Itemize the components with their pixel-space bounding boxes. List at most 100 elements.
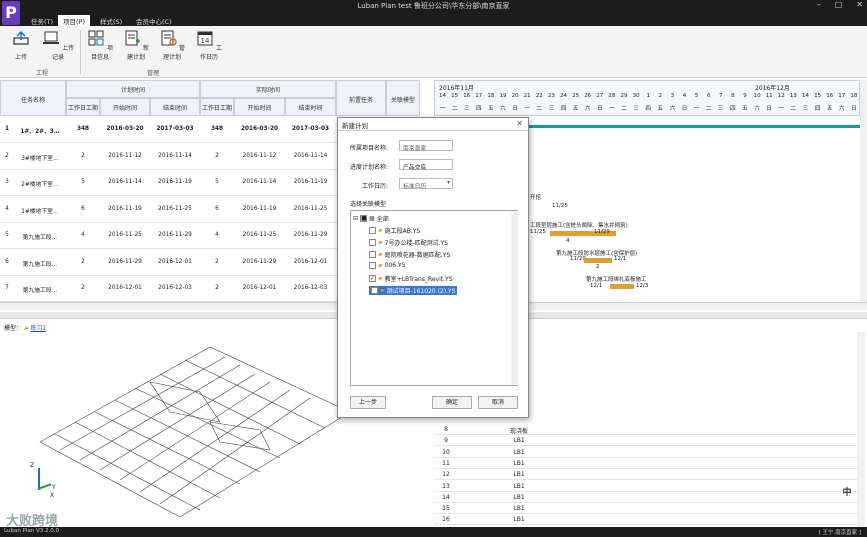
tree-item[interactable]: ✓ ▰ 测试项目-161020 (2).YS — [369, 286, 458, 295]
task-cell-plan-end[interactable]: 2016-11-19 — [150, 179, 200, 185]
task-cell-name[interactable]: 1#楼地下室… — [14, 206, 66, 215]
task-cell-plan-end[interactable]: 2016-12-03 — [150, 285, 200, 291]
project-info-button[interactable]: 项目信息 — [86, 30, 114, 61]
task-cell-name[interactable]: 1#、2#、3… — [14, 126, 66, 135]
task-cell-name[interactable]: 3#楼地下室… — [14, 153, 66, 162]
task-cell-act-end[interactable]: 2016-11-29 — [285, 232, 336, 238]
manage-plan-button[interactable]: 管理计划 — [158, 30, 186, 61]
task-cell-plan-days[interactable]: 4 — [66, 232, 100, 238]
minimize-button[interactable]: – — [817, 0, 821, 9]
collapse-icon[interactable]: ⊟ — [353, 215, 358, 222]
component-row[interactable]: 15 LB1 — [434, 503, 860, 515]
plan-name-field[interactable]: 产品交底 — [399, 159, 453, 171]
component-row[interactable]: 12 LB1 — [434, 469, 860, 481]
component-row[interactable]: 14 LB1 — [434, 492, 860, 503]
task-cell-name[interactable]: 第九施工段… — [14, 259, 66, 268]
task-cell-plan-days[interactable]: 6 — [66, 206, 100, 212]
task-cell-act-start[interactable]: 2016-12-01 — [234, 285, 285, 291]
tree-item[interactable]: ✓ ▰ 教室+LBTrans_Revit.YS — [369, 274, 453, 283]
component-row[interactable]: 9 LB1 — [434, 435, 860, 447]
task-cell-plan-days[interactable]: 5 — [66, 179, 100, 185]
task-cell-plan-start[interactable]: 2016-11-14 — [100, 179, 150, 185]
plan-start-header[interactable]: 开始时间 — [100, 98, 150, 116]
task-cell-plan-start[interactable]: 2016-11-19 — [100, 206, 150, 212]
project-name-field[interactable]: 南京直家 — [399, 140, 453, 152]
tree-item[interactable]: ▰ 庭院喷花器-数据匹配.YS — [369, 250, 450, 259]
checkbox[interactable] — [369, 239, 376, 246]
ok-button[interactable]: 确定 — [432, 396, 472, 409]
tree-item[interactable]: ▰ 施工段AB.YS — [369, 226, 420, 235]
linked-model-header[interactable]: 关联模型 — [386, 80, 420, 116]
plan-end-header[interactable]: 结束时间 — [150, 98, 200, 116]
upload-button[interactable]: 上传 — [10, 30, 32, 61]
checkbox[interactable] — [369, 227, 376, 234]
task-cell-plan-days[interactable]: 2 — [66, 259, 100, 265]
task-cell-act-start[interactable]: 2016-11-12 — [234, 153, 285, 159]
task-cell-no[interactable]: 4 — [0, 206, 14, 212]
task-cell-act-start[interactable]: 2016-11-19 — [234, 206, 285, 212]
component-row[interactable]: 11 LB1 — [434, 458, 860, 469]
task-cell-plan-end[interactable]: 2016-12-01 — [150, 259, 200, 265]
tree-scrollbar[interactable] — [511, 211, 518, 385]
task-cell-no[interactable]: 5 — [0, 232, 14, 238]
task-cell-no[interactable]: 2 — [0, 153, 14, 159]
task-cell-act-end[interactable]: 2016-12-03 — [285, 285, 336, 291]
task-cell-act-start[interactable]: 2016-11-25 — [234, 232, 285, 238]
task-cell-plan-days[interactable]: 348 — [66, 126, 100, 132]
plan-days-header[interactable]: 工作日工期 — [66, 98, 100, 116]
tab-task[interactable]: 任务(T) — [26, 15, 58, 26]
actual-start-header[interactable]: 开始时间 — [234, 98, 285, 116]
gantt-vertical-scrollbar[interactable] — [860, 80, 867, 302]
component-row[interactable]: 8 现浇板 — [434, 424, 860, 435]
model-link[interactable]: 练习1 — [30, 325, 46, 332]
task-cell-act-days[interactable]: 2 — [200, 153, 234, 159]
back-button[interactable]: 上一步 — [350, 396, 386, 409]
task-cell-plan-end[interactable]: 2016-11-29 — [150, 232, 200, 238]
task-cell-act-days[interactable]: 2 — [200, 285, 234, 291]
task-cell-plan-start[interactable]: 2016-11-25 — [100, 232, 150, 238]
actual-days-header[interactable]: 工作日工期 — [200, 98, 234, 116]
task-cell-plan-end[interactable]: 2016-11-14 — [150, 153, 200, 159]
maximize-button[interactable]: □ — [835, 0, 843, 9]
component-row[interactable]: 10 LB1 — [434, 447, 860, 458]
task-cell-act-end[interactable]: 2016-11-25 — [285, 206, 336, 212]
checkbox[interactable]: ✓ — [369, 275, 376, 282]
task-cell-act-days[interactable]: 348 — [200, 126, 234, 132]
task-cell-name[interactable]: 第九施工段… — [14, 285, 66, 294]
tree-item[interactable]: ▰ 006.YS — [369, 262, 405, 269]
dialog-close-button[interactable]: ✕ — [516, 119, 523, 128]
task-cell-plan-days[interactable]: 2 — [66, 153, 100, 159]
new-plan-button[interactable]: 新建计划 — [122, 30, 150, 61]
task-cell-plan-end[interactable]: 2017-03-03 — [150, 126, 200, 132]
task-cell-act-end[interactable]: 2016-11-19 — [285, 179, 336, 185]
upload-history-button[interactable]: 上传记录 — [42, 30, 74, 61]
tab-member-center[interactable]: 会员中心(C) — [131, 15, 177, 26]
task-cell-no[interactable]: 7 — [0, 285, 14, 291]
task-cell-act-days[interactable]: 5 — [200, 179, 234, 185]
pre-task-header[interactable]: 前置任务 — [336, 80, 386, 116]
calendar-select[interactable]: 标准日历 ▾ — [399, 178, 453, 190]
component-row[interactable]: 13 LB1 — [434, 481, 860, 492]
tab-project[interactable]: 项目(P) — [58, 15, 90, 26]
gantt-bar-slab[interactable] — [610, 284, 634, 289]
task-cell-plan-end[interactable]: 2016-11-25 — [150, 206, 200, 212]
task-cell-no[interactable]: 1 — [0, 126, 14, 132]
task-cell-plan-start[interactable]: 2016-11-12 — [100, 153, 150, 159]
task-cell-act-days[interactable]: 2 — [200, 259, 234, 265]
cancel-button[interactable]: 取消 — [478, 396, 518, 409]
task-cell-name[interactable]: 第九施工段… — [14, 232, 66, 241]
task-cell-act-start[interactable]: 2016-03-20 — [234, 126, 285, 132]
task-cell-act-end[interactable]: 2017-03-03 — [285, 126, 336, 132]
task-name-header[interactable]: 任务名称 — [0, 80, 66, 116]
task-cell-plan-start[interactable]: 2016-03-20 — [100, 126, 150, 132]
component-row[interactable]: 16 LB1 — [434, 514, 860, 526]
task-cell-plan-days[interactable]: 2 — [66, 285, 100, 291]
task-cell-act-end[interactable]: 2016-12-01 — [285, 259, 336, 265]
tree-item[interactable]: ▰ 7号办公楼-匹配测试.YS — [369, 238, 448, 247]
tree-root[interactable]: ⊟ ■ ▦ 全部 — [353, 214, 389, 223]
checkbox[interactable] — [369, 262, 376, 269]
actual-end-header[interactable]: 结束时间 — [285, 98, 336, 116]
task-cell-no[interactable]: 6 — [0, 259, 14, 265]
task-cell-act-start[interactable]: 2016-11-14 — [234, 179, 285, 185]
gantt-bar-waterproof[interactable] — [584, 258, 612, 263]
